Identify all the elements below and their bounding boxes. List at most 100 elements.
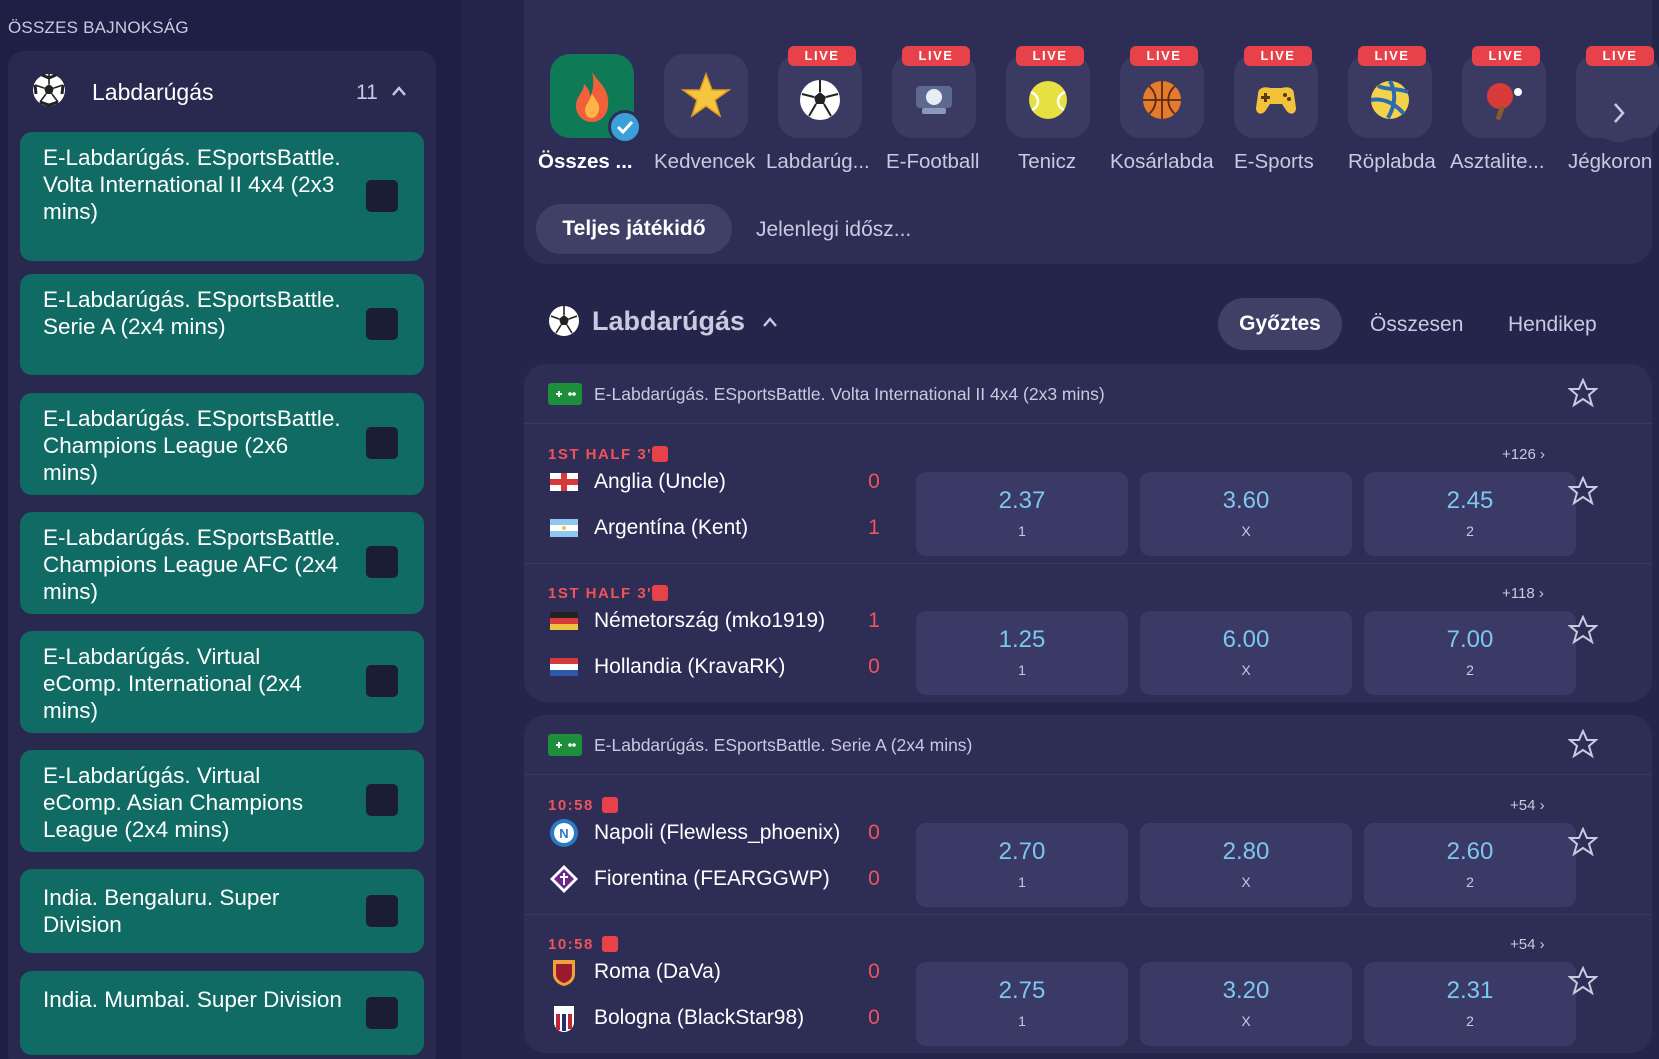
match-row[interactable]: 10:58 +54 › Roma (DaVa) 0 Bologna (Black… <box>524 914 1652 1054</box>
match-row[interactable]: 1ST HALF 3' +126 › Anglia (Uncle) 0 Arge… <box>524 424 1652 564</box>
odd-button-draw[interactable]: 3.20 X <box>1140 962 1352 1046</box>
e-football-icon <box>916 86 952 114</box>
league-card-header[interactable]: E-Labdarúgás. ESportsBattle. Volta Inter… <box>524 364 1652 424</box>
sidebar-league-item[interactable]: India. Bengaluru. Super Division <box>20 869 424 953</box>
market-tab-winner[interactable]: Győztes <box>1218 298 1342 350</box>
league-checkbox[interactable] <box>366 997 398 1029</box>
odd-button-draw[interactable]: 3.60 X <box>1140 472 1352 556</box>
chevron-up-icon[interactable] <box>392 84 406 98</box>
sidebar: ÖSSZES BAJNOKSÁG Labdarúgás 11 E-Labdarú… <box>0 0 462 1059</box>
home-team-name: Anglia (Uncle) <box>594 470 726 493</box>
odd-value: 2.31 <box>1446 977 1494 1004</box>
odd-button-draw[interactable]: 6.00 X <box>1140 611 1352 695</box>
league-checkbox[interactable] <box>366 427 398 459</box>
sidebar-league-item[interactable]: E-Labdarúgás. ESportsBattle. Volta Inter… <box>20 132 424 261</box>
more-markets-link[interactable]: +54 › <box>1510 936 1545 953</box>
sidebar-league-label: E-Labdarúgás. ESportsBattle. Champions L… <box>43 406 341 485</box>
live-stream-icon[interactable] <box>652 585 668 601</box>
favorite-star-icon[interactable] <box>1568 476 1598 506</box>
netherlands-flag-icon <box>550 658 578 676</box>
sport-tab-label: Asztalite... <box>1450 150 1545 173</box>
odd-label: X <box>1241 523 1251 539</box>
sidebar-league-item[interactable]: E-Labdarúgás. ESportsBattle. Champions L… <box>20 512 424 614</box>
sport-tab-table-tennis[interactable]: LIVE <box>1462 46 1546 138</box>
odd-label: 2 <box>1466 523 1474 539</box>
odd-button-draw[interactable]: 2.80 X <box>1140 823 1352 907</box>
sport-tab-e-sports[interactable]: LIVE <box>1234 46 1318 138</box>
market-tab-handicap[interactable]: Hendikep <box>1508 313 1597 337</box>
favorite-star-icon[interactable] <box>1568 615 1598 645</box>
sidebar-league-item[interactable]: India. Mumbai. Super Division <box>20 971 424 1055</box>
odd-value: 2.37 <box>998 487 1046 514</box>
away-team-name: Fiorentina (FEARGGWP) <box>594 867 830 890</box>
period-tab-full-time[interactable]: Teljes játékidő <box>536 204 732 254</box>
sport-tab-label: Jégkoron <box>1568 150 1652 173</box>
away-team-name: Hollandia (KravaRK) <box>594 655 786 678</box>
germany-flag-icon <box>550 612 578 630</box>
odd-value: 2.75 <box>998 977 1046 1004</box>
napoli-crest-icon: N <box>550 819 578 847</box>
league-checkbox[interactable] <box>366 784 398 816</box>
league-checkbox[interactable] <box>366 895 398 927</box>
sidebar-league-item[interactable]: E-Labdarúgás. ESportsBattle. Champions L… <box>20 393 424 495</box>
more-markets-link[interactable]: +126 › <box>1502 446 1545 463</box>
odd-button-away[interactable]: 7.00 2 <box>1364 611 1576 695</box>
match-row[interactable]: 10:58 +54 › N Napoli (Flewless_phoenix) … <box>524 775 1652 915</box>
favorite-star-icon[interactable] <box>1568 729 1598 759</box>
sport-group-header[interactable]: Labdarúgás 11 <box>8 51 436 135</box>
league-card-header[interactable]: E-Labdarúgás. ESportsBattle. Serie A (2x… <box>524 715 1652 775</box>
sidebar-league-label: E-Labdarúgás. ESportsBattle. Serie A (2x… <box>43 287 341 339</box>
soccer-ball-icon <box>549 306 579 336</box>
sport-tab-label: E-Football <box>886 150 980 173</box>
sport-tab-football[interactable]: LIVE <box>778 46 862 138</box>
sport-tab-e-football[interactable]: LIVE <box>892 46 976 138</box>
live-badge: LIVE <box>1586 46 1654 66</box>
league-checkbox[interactable] <box>366 546 398 578</box>
sport-tab-label: Kosárlabda <box>1110 150 1214 173</box>
chevron-up-icon[interactable] <box>762 315 778 329</box>
fiorentina-crest-icon <box>550 865 578 893</box>
esports-flag-icon <box>548 383 582 405</box>
sport-tab-favorites[interactable] <box>664 54 748 138</box>
favorite-star-icon[interactable] <box>1568 827 1598 857</box>
table-tennis-icon <box>1487 83 1522 120</box>
league-checkbox[interactable] <box>366 180 398 212</box>
sidebar-league-item[interactable]: E-Labdarúgás. Virtual eComp. Internation… <box>20 631 424 733</box>
league-checkbox[interactable] <box>366 308 398 340</box>
odd-button-home[interactable]: 2.70 1 <box>916 823 1128 907</box>
odd-button-away[interactable]: 2.45 2 <box>1364 472 1576 556</box>
live-stream-icon[interactable] <box>602 797 618 813</box>
home-team-name: Roma (DaVa) <box>594 960 721 983</box>
match-divider <box>524 563 1652 564</box>
sport-tab-all[interactable] <box>550 54 642 144</box>
chevron-right-icon <box>1614 103 1625 123</box>
sidebar-league-label: India. Mumbai. Super Division <box>43 987 342 1012</box>
live-stream-icon[interactable] <box>602 936 618 952</box>
odd-button-home[interactable]: 2.75 1 <box>916 962 1128 1046</box>
match-row[interactable]: 1ST HALF 3' +118 › Németország (mko1919)… <box>524 563 1652 703</box>
sidebar-league-label: E-Labdarúgás. ESportsBattle. Champions L… <box>43 525 341 604</box>
more-markets-link[interactable]: +54 › <box>1510 797 1545 814</box>
scroll-next-button[interactable] <box>1590 84 1648 142</box>
more-markets-link[interactable]: +118 › <box>1502 585 1544 602</box>
sport-tab-volleyball[interactable]: LIVE <box>1348 46 1432 138</box>
sidebar-league-item[interactable]: E-Labdarúgás. ESportsBattle. Serie A (2x… <box>20 274 424 375</box>
favorite-star-icon[interactable] <box>1568 966 1598 996</box>
sport-tab-basketball[interactable]: LIVE <box>1120 46 1204 138</box>
odd-button-home[interactable]: 2.37 1 <box>916 472 1128 556</box>
odd-value: 7.00 <box>1446 626 1494 653</box>
favorite-star-icon[interactable] <box>1568 378 1598 408</box>
odd-button-away[interactable]: 2.60 2 <box>1364 823 1576 907</box>
sport-group-count: 11 <box>356 81 378 104</box>
league-checkbox[interactable] <box>366 665 398 697</box>
sport-tab-label: Labdarúg... <box>766 150 870 173</box>
sport-tab-label: Kedvencek <box>654 150 756 173</box>
odd-button-home[interactable]: 1.25 1 <box>916 611 1128 695</box>
live-stream-icon[interactable] <box>652 446 668 462</box>
period-tab-current[interactable]: Jelenlegi idősz... <box>756 218 911 242</box>
sidebar-league-item[interactable]: E-Labdarúgás. Virtual eComp. Asian Champ… <box>20 750 424 852</box>
sport-tab-tennis[interactable]: LIVE <box>1006 46 1090 138</box>
odd-button-away[interactable]: 2.31 2 <box>1364 962 1576 1046</box>
market-tab-total[interactable]: Összesen <box>1370 313 1463 337</box>
away-team-score: 0 <box>868 867 880 890</box>
